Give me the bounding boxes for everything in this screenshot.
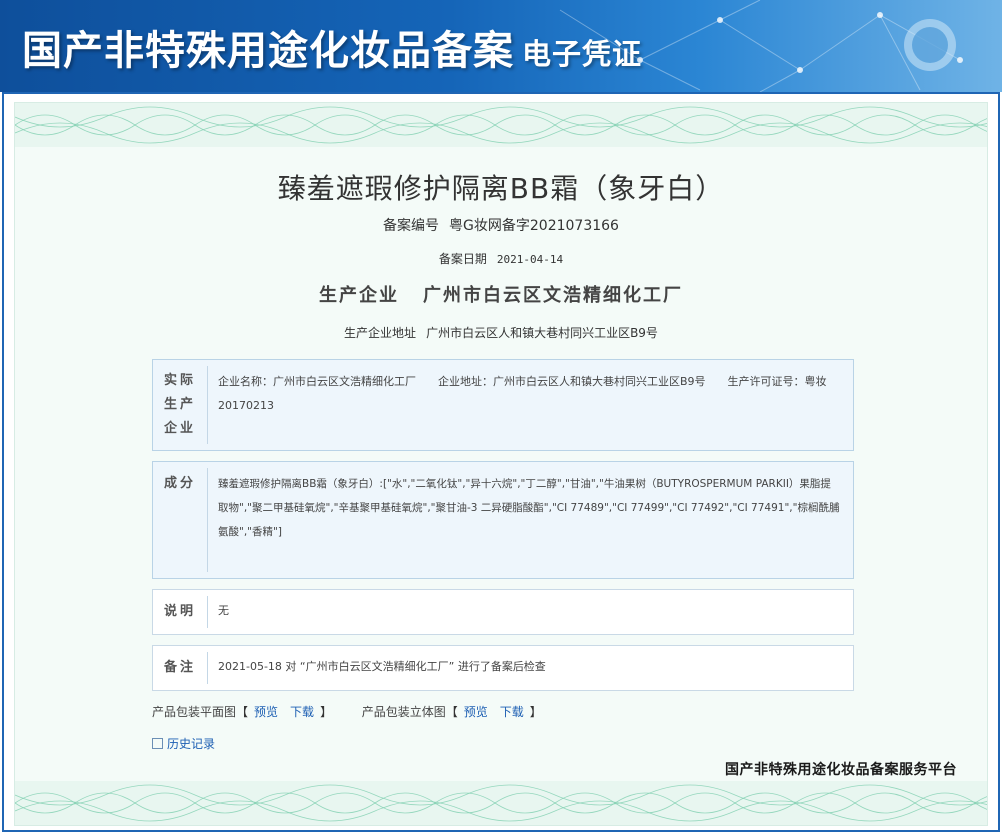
- certificate-panel: 臻羞遮瑕修护隔离BB霜（象牙白） 备案编号 粤G妆网备字2021073166 备案…: [14, 102, 988, 826]
- solid-image-label: 产品包装立体图: [361, 705, 446, 719]
- guilloche-top-border: [15, 103, 987, 147]
- registration-date-row: 备案日期 2021-04-14: [15, 250, 987, 267]
- history-label[interactable]: 历史记录: [167, 737, 215, 751]
- producer-value: 广州市白云区文浩精细化工厂: [423, 285, 683, 306]
- actual-producer-header: 实际生产企业: [163, 373, 196, 436]
- product-name: 臻羞遮瑕修护隔离BB霜（象牙白）: [277, 172, 725, 205]
- bracket-close: 】: [320, 705, 333, 719]
- producer-address-label: 生产企业地址: [344, 326, 417, 340]
- registration-date-label: 备案日期: [438, 252, 487, 266]
- actual-producer-name: 企业名称：广州市白云区文浩精细化工厂: [218, 375, 416, 388]
- registration-date-value: 2021-04-14: [496, 253, 564, 266]
- ingredients-header: 成分: [163, 476, 196, 491]
- ingredients-box: 成分 臻羞遮瑕修护隔离BB霜（象牙白）:["水","二氧化钛","异十六烷","…: [152, 461, 854, 579]
- platform-brand: 国产非特殊用途化妆品备案服务平台: [725, 762, 957, 778]
- guilloche-bottom-border: [15, 781, 987, 825]
- flat-preview-link[interactable]: 预览: [254, 705, 278, 719]
- producer-label: 生产企业: [319, 285, 399, 306]
- producer-row: 生产企业 广州市白云区文浩精细化工厂: [15, 281, 987, 307]
- remarks-box: 备注 2021-05-18 对 “广州市白云区文浩精细化工厂” 进行了备案后检查: [152, 645, 854, 691]
- banner-title: 国产非特殊用途化妆品备案 电子凭证: [22, 18, 642, 76]
- remarks-header: 备注: [163, 660, 196, 675]
- flat-download-link[interactable]: 下载: [290, 705, 314, 719]
- registration-number-value: 粤G妆网备字2021073166: [449, 218, 619, 234]
- flat-image-label: 产品包装平面图: [152, 705, 237, 719]
- ingredients-text: 臻羞遮瑕修护隔离BB霜（象牙白）:["水","二氧化钛","异十六烷","丁二醇…: [218, 478, 840, 538]
- bracket-close: 】: [529, 705, 542, 719]
- banner-title-main: 国产非特殊用途化妆品备案: [22, 27, 514, 74]
- producer-address-value: 广州市白云区人和镇大巷村同兴工业区B9号: [426, 326, 658, 340]
- bracket-open: 【: [445, 705, 458, 719]
- header-banner: 国产非特殊用途化妆品备案 电子凭证: [0, 0, 1002, 92]
- notes-box: 说明 无: [152, 589, 854, 635]
- solid-preview-link[interactable]: 预览: [464, 705, 488, 719]
- certificate-frame: 臻羞遮瑕修护隔离BB霜（象牙白） 备案编号 粤G妆网备字2021073166 备案…: [2, 92, 1000, 832]
- actual-producer-box: 实际生产企业 企业名称：广州市白云区文浩精细化工厂 企业地址：广州市白云区人和镇大…: [152, 359, 854, 451]
- registration-number-label: 备案编号: [383, 218, 440, 234]
- producer-address-row: 生产企业地址 广州市白云区人和镇大巷村同兴工业区B9号: [15, 324, 987, 341]
- history-link[interactable]: 历史记录: [152, 735, 215, 752]
- banner-subtitle: 电子凭证: [522, 37, 643, 71]
- bracket-open: 【: [236, 705, 249, 719]
- history-icon: [152, 738, 163, 749]
- notes-text: 无: [218, 604, 229, 617]
- remarks-text: 2021-05-18 对 “广州市白云区文浩精细化工厂” 进行了备案后检查: [218, 660, 546, 673]
- notes-header: 说明: [163, 604, 196, 619]
- registration-number-row: 备案编号 粤G妆网备字2021073166: [15, 215, 987, 235]
- actual-producer-details: 企业名称：广州市白云区文浩精细化工厂 企业地址：广州市白云区人和镇大巷村同兴工业区…: [208, 360, 853, 450]
- solid-download-link[interactable]: 下载: [500, 705, 524, 719]
- actual-producer-address: 企业地址：广州市白云区人和镇大巷村同兴工业区B9号: [438, 375, 706, 388]
- package-image-links: 产品包装平面图【 预览 下载】 产品包装立体图【 预览 下载】: [152, 703, 542, 720]
